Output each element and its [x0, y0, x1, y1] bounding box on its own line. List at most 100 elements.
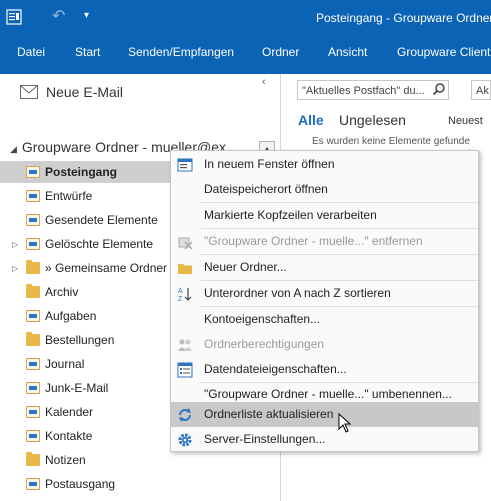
menu-process-headers[interactable]: Markierte Kopfzeilen verarbeiten [171, 203, 478, 228]
mouse-cursor-icon [338, 413, 352, 433]
expand-arrow-icon[interactable]: ▷ [12, 264, 22, 273]
folder-label: Entwürfe [45, 189, 93, 203]
folder-aufgaben[interactable]: Aufgaben [0, 305, 170, 327]
remove-icon [178, 237, 193, 250]
folder-label: Posteingang [45, 165, 118, 179]
menu-refresh-folder-list[interactable]: Ordnerliste aktualisieren [171, 402, 478, 427]
gear-icon [178, 433, 192, 447]
folder-icon [26, 332, 40, 346]
deleted-items-icon [26, 238, 40, 250]
folder-label: Postausgang [45, 477, 116, 491]
menu-label: Kontoeigenschaften... [204, 312, 321, 326]
folder-label: Junk-E-Mail [45, 381, 109, 395]
context-menu: In neuem Fenster öffnen Dateispeicherort… [170, 150, 479, 452]
new-mail-label: Neue E-Mail [46, 84, 124, 100]
quick-access-more-icon[interactable]: ▾ [84, 10, 89, 21]
folder-icon [26, 260, 40, 274]
undo-icon[interactable]: ↶ [52, 6, 65, 26]
collapse-pane-icon[interactable]: ‹ [262, 76, 266, 88]
folder-label: Journal [45, 357, 85, 371]
folder-archiv[interactable]: Archiv [0, 281, 170, 303]
contacts-icon [26, 430, 40, 442]
menu-account-properties[interactable]: Kontoeigenschaften... [171, 307, 478, 332]
calendar-icon [26, 406, 40, 418]
tasks-icon [26, 310, 40, 322]
folder-kontakte[interactable]: Kontakte [0, 425, 170, 447]
expand-triangle-icon[interactable]: ◢ [10, 144, 17, 154]
search-scope-dropdown[interactable]: Ak [471, 80, 491, 100]
window-title: Posteingang - Groupware Ordner - [316, 11, 491, 25]
folder-label: Kontakte [45, 429, 93, 443]
menu-server-settings[interactable]: Server-Einstellungen... [171, 427, 478, 452]
tab-groupware-client[interactable]: Groupware Client [397, 45, 490, 59]
svg-text:Z: Z [178, 296, 183, 302]
menu-open-new-window[interactable]: In neuem Fenster öffnen [171, 152, 478, 177]
new-mail-button[interactable]: Neue E-Mail [20, 84, 123, 100]
menu-remove-account: "Groupware Ordner - muelle..." entfernen [171, 229, 478, 254]
folder-label: Bestellungen [45, 333, 115, 347]
menu-rename-account[interactable]: "Groupware Ordner - muelle..." umbenenne… [171, 377, 478, 402]
folder-gemeinsame-ordner[interactable]: ▷ » Gemeinsame Ordner [0, 257, 170, 279]
folder-entwuerfe[interactable]: Entwürfe [0, 185, 170, 207]
menu-label: "Groupware Ordner - muelle..." umbenenne… [204, 387, 452, 401]
folder-junk-email[interactable]: Junk-E-Mail [0, 377, 170, 399]
folder-kalender[interactable]: Kalender [0, 401, 170, 423]
drafts-icon [26, 190, 40, 202]
menu-label: Neuer Ordner... [204, 260, 287, 274]
folder-label: » Gemeinsame Ordner [45, 261, 168, 275]
folder-icon [26, 284, 40, 298]
people-icon [178, 339, 192, 351]
sort-dropdown[interactable]: Neuest [448, 115, 483, 127]
outbox-icon [26, 478, 40, 490]
properties-icon [177, 362, 193, 378]
folder-geloeschte-elemente[interactable]: ▷ Gelöschte Elemente [0, 233, 170, 255]
folder-bestellungen[interactable]: Bestellungen [0, 329, 170, 351]
folder-postausgang[interactable]: Postausgang [0, 473, 170, 495]
search-input[interactable]: "Aktuelles Postfach" du... [297, 80, 449, 100]
filter-unread-tab[interactable]: Ungelesen [339, 112, 406, 128]
inbox-icon [26, 166, 40, 178]
tab-senden-empfangen[interactable]: Senden/Empfangen [128, 45, 234, 59]
expand-arrow-icon[interactable]: ▷ [12, 240, 22, 249]
notes-icon [26, 452, 40, 466]
folder-notizen[interactable]: Notizen [0, 449, 170, 471]
ribbon-tabs: Datei Start Senden/Empfangen Ordner Ansi… [0, 36, 491, 70]
menu-label: Datendateieigenschaften... [204, 362, 347, 376]
junk-icon [26, 382, 40, 394]
filter-all-tab[interactable]: Alle [298, 112, 324, 128]
folder-label: Archiv [45, 285, 79, 299]
tab-ordner[interactable]: Ordner [262, 45, 299, 59]
folder-posteingang[interactable]: Posteingang [0, 161, 170, 183]
folder-journal[interactable]: Journal [0, 353, 170, 375]
menu-label: Dateispeicherort öffnen [204, 182, 328, 196]
menu-label: Server-Einstellungen... [204, 432, 326, 446]
menu-label: Ordnerliste aktualisieren [204, 407, 334, 421]
tab-datei[interactable]: Datei [17, 45, 45, 59]
new-window-icon [177, 158, 193, 172]
folder-gesendete-elemente[interactable]: Gesendete Elemente [0, 209, 170, 231]
menu-label: In neuem Fenster öffnen [204, 157, 335, 171]
menu-label: Ordnerberechtigungen [204, 337, 325, 351]
folder-label: Notizen [45, 453, 86, 467]
folder-label: Gelöschte Elemente [45, 237, 154, 251]
menu-sort-subfolders[interactable]: A Z Unterordner von A nach Z sortieren [171, 281, 478, 306]
folder-label: Kalender [45, 405, 94, 419]
tab-ansicht[interactable]: Ansicht [328, 45, 367, 59]
sort-az-icon: A Z [178, 288, 192, 302]
envelope-icon [20, 85, 38, 99]
folder-label: Gesendete Elemente [45, 213, 158, 227]
tab-start[interactable]: Start [75, 45, 100, 59]
outlook-app-icon[interactable] [6, 9, 22, 25]
menu-label: Unterordner von A nach Z sortieren [204, 286, 391, 300]
journal-icon [26, 358, 40, 370]
menu-folder-permissions: Ordnerberechtigungen [171, 332, 478, 357]
menu-open-file-location[interactable]: Dateispeicherort öffnen [171, 177, 478, 202]
folder-icon [178, 264, 192, 274]
menu-new-folder[interactable]: Neuer Ordner... [171, 255, 478, 280]
folder-label: Aufgaben [45, 309, 97, 323]
menu-label: Markierte Kopfzeilen verarbeiten [204, 208, 377, 222]
menu-label: "Groupware Ordner - muelle..." entfernen [204, 234, 423, 248]
empty-list-message: Es wurden keine Elemente gefunde [312, 136, 470, 147]
search-icon[interactable] [432, 82, 446, 96]
sent-icon [26, 214, 40, 226]
